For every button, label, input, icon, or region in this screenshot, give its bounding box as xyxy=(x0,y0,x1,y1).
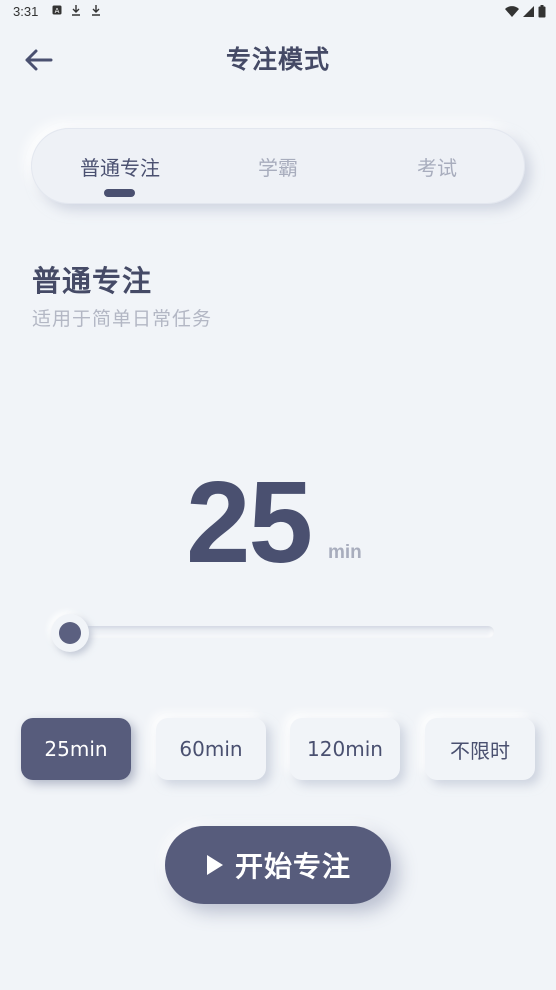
mode-title: 普通专注 xyxy=(32,264,153,298)
svg-text:A: A xyxy=(55,7,60,15)
start-focus-button[interactable]: 开始专注 xyxy=(165,826,391,904)
tab-normal-focus[interactable]: 普通专注 xyxy=(60,152,180,181)
battery-icon xyxy=(538,5,546,18)
preset-25min-button[interactable]: 25min xyxy=(21,718,131,780)
tab-exam[interactable]: 考试 xyxy=(377,152,497,181)
download-icon xyxy=(92,5,100,16)
preset-60min-button[interactable]: 60min xyxy=(156,718,266,780)
active-tab-indicator xyxy=(104,189,135,197)
duration-slider-track[interactable] xyxy=(56,626,494,638)
timer-value: 25 xyxy=(186,457,313,587)
signal-icon xyxy=(523,6,534,17)
preset-unlimited-button[interactable]: 不限时 xyxy=(425,718,535,780)
duration-slider-thumb[interactable] xyxy=(51,614,89,652)
tab-top-student[interactable]: 学霸 xyxy=(218,152,338,181)
page-title: 专注模式 xyxy=(225,45,330,74)
notification-a-icon: A xyxy=(52,5,62,15)
mode-description: 适用于简单日常任务 xyxy=(32,308,213,330)
preset-120min-button[interactable]: 120min xyxy=(290,718,400,780)
play-icon xyxy=(206,855,223,875)
slider-thumb-dot xyxy=(59,622,81,644)
wifi-icon xyxy=(505,6,519,17)
start-focus-label: 开始专注 xyxy=(234,850,351,883)
mode-tabs: 普通专注 学霸 考试 xyxy=(31,128,525,204)
download-icon xyxy=(72,5,80,16)
status-indicators xyxy=(505,5,546,18)
status-time: 3:31 xyxy=(13,4,39,19)
status-bar: 3:31 A xyxy=(0,0,556,24)
timer-unit: min xyxy=(328,542,362,563)
